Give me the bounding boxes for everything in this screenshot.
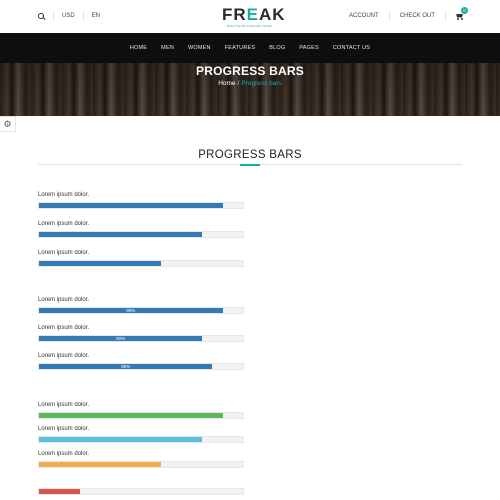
progress-item: Lorem ipsum dolor. <box>38 249 244 267</box>
title-accent-line <box>240 164 260 166</box>
cart-wheel <box>457 18 459 20</box>
progress-fill: 85% <box>39 364 213 369</box>
progress-track <box>38 461 244 468</box>
nav-item-features[interactable]: FEATURES <box>225 45 256 51</box>
progress-item: Lorem ipsum dolor. 90% <box>38 296 244 314</box>
breadcrumb-home[interactable]: Home <box>218 80 235 87</box>
progress-fill <box>39 489 80 494</box>
main-nav: HOME MEN WOMEN FEATURES BLOG PAGES CONTA… <box>0 33 500 63</box>
divider <box>388 12 390 20</box>
progress-track: 80% <box>38 335 244 342</box>
progress-item: Lorem ipsum dolor. <box>38 401 244 419</box>
progress-track <box>38 231 244 238</box>
top-bar-left: USD EN <box>38 12 100 20</box>
settings-toggle[interactable]: ⚙ <box>0 116 16 132</box>
breadcrumb-current: Progress bars <box>241 80 282 87</box>
nav-item-blog[interactable]: BLOG <box>269 45 285 51</box>
nav-item-men[interactable]: MEN <box>161 45 174 51</box>
search-icon[interactable] <box>38 12 45 20</box>
cart-wheel <box>461 18 463 20</box>
progress-fill: 80% <box>39 336 203 341</box>
cart-count-badge: 0 <box>461 6 468 14</box>
progress-label: Lorem ipsum dolor. <box>38 451 90 457</box>
page-title: PROGRESS BARS <box>196 64 304 78</box>
progress-fill <box>39 261 162 266</box>
nav-item-home[interactable]: HOME <box>130 45 147 51</box>
gear-icon: ⚙ <box>3 118 12 129</box>
divider <box>53 12 54 20</box>
page-banner: HOME MEN WOMEN FEATURES BLOG PAGES CONTA… <box>0 33 500 116</box>
site-logo[interactable]: FREAK BOUTIQUE FASHION SHOP <box>222 5 286 28</box>
progress-track <box>38 436 244 443</box>
progress-label <box>38 477 244 485</box>
logo-text: FREAK <box>222 5 286 24</box>
progress-label: Lorem ipsum dolor. <box>38 250 90 256</box>
progress-track <box>38 202 244 209</box>
nav-item-contact[interactable]: CONTACT US <box>333 45 370 51</box>
nav-item-pages[interactable]: PAGES <box>299 45 319 51</box>
progress-fill <box>39 203 223 208</box>
progress-item: Lorem ipsum dolor. 80% <box>38 324 244 342</box>
progress-fill: 90% <box>39 308 223 313</box>
divider <box>82 12 84 20</box>
progress-item: Lorem ipsum dolor. <box>38 191 244 209</box>
breadcrumb-separator: / <box>237 80 240 87</box>
nav-item-women[interactable]: WOMEN <box>188 45 211 51</box>
currency-selector[interactable]: USD <box>62 13 75 19</box>
cart-button[interactable]: 0 <box>456 6 468 20</box>
breadcrumb: Home / Progress bars <box>0 80 500 87</box>
progress-item: Lorem ipsum dolor. <box>38 425 244 443</box>
progress-item: Lorem ipsum dolor. 85% <box>38 352 244 370</box>
progress-item <box>38 477 244 495</box>
progress-track: 90% <box>38 307 244 314</box>
progress-label: Lorem ipsum dolor. <box>38 402 90 408</box>
progress-fill <box>39 232 203 237</box>
progress-item: Lorem ipsum dolor. <box>38 220 244 238</box>
language-selector[interactable]: EN <box>92 13 100 19</box>
progress-label: Lorem ipsum dolor. <box>38 297 90 303</box>
progress-label: Lorem ipsum dolor. <box>38 325 90 331</box>
progress-label: Lorem ipsum dolor. <box>38 221 90 227</box>
account-link[interactable]: ACCOUNT <box>349 13 379 19</box>
checkout-link[interactable]: CHECK OUT <box>400 13 435 19</box>
progress-track: 85% <box>38 363 244 370</box>
cart-icon <box>456 13 463 18</box>
progress-fill <box>39 462 162 467</box>
progress-track <box>38 412 244 419</box>
progress-track <box>38 260 244 267</box>
progress-fill <box>39 437 203 442</box>
top-bar-right: ACCOUNT CHECK OUT 0 <box>349 6 468 20</box>
logo-tagline: BOUTIQUE FASHION SHOP <box>227 24 273 28</box>
divider <box>445 12 446 20</box>
progress-label: Lorem ipsum dolor. <box>38 426 90 432</box>
progress-label: Lorem ipsum dolor. <box>38 192 90 198</box>
progress-track <box>38 488 244 495</box>
top-bar: USD EN FREAK BOUTIQUE FASHION SHOP ACCOU… <box>0 0 500 33</box>
progress-fill <box>39 413 223 418</box>
progress-item: Lorem ipsum dolor. <box>38 450 244 468</box>
section-title: PROGRESS BARS <box>198 149 302 161</box>
progress-label: Lorem ipsum dolor. <box>38 353 90 359</box>
